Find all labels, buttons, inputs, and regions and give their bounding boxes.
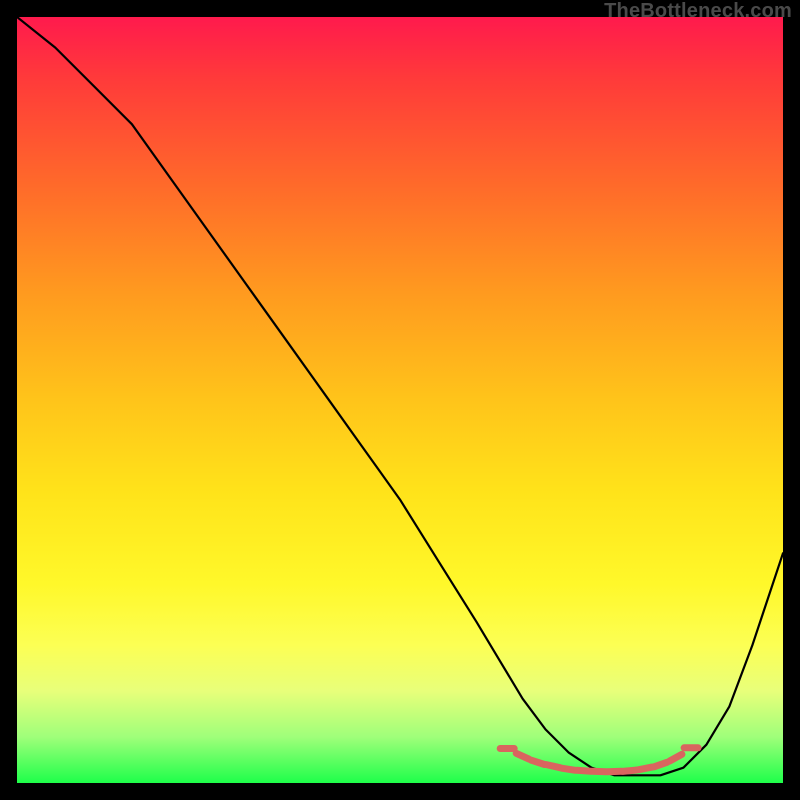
optimal-marker [623, 770, 637, 771]
optimal-marker [531, 760, 544, 764]
optimal-marker [638, 767, 652, 770]
optimal-marker [654, 762, 667, 767]
curve-line [17, 17, 783, 775]
optimal-marker [516, 753, 529, 759]
bottleneck-curve [17, 17, 783, 783]
optimal-marker [562, 768, 576, 770]
optimal-marker [546, 765, 560, 768]
chart-area [17, 17, 783, 783]
watermark-text: TheBottleneck.com [604, 0, 792, 23]
optimal-marker [670, 754, 682, 761]
